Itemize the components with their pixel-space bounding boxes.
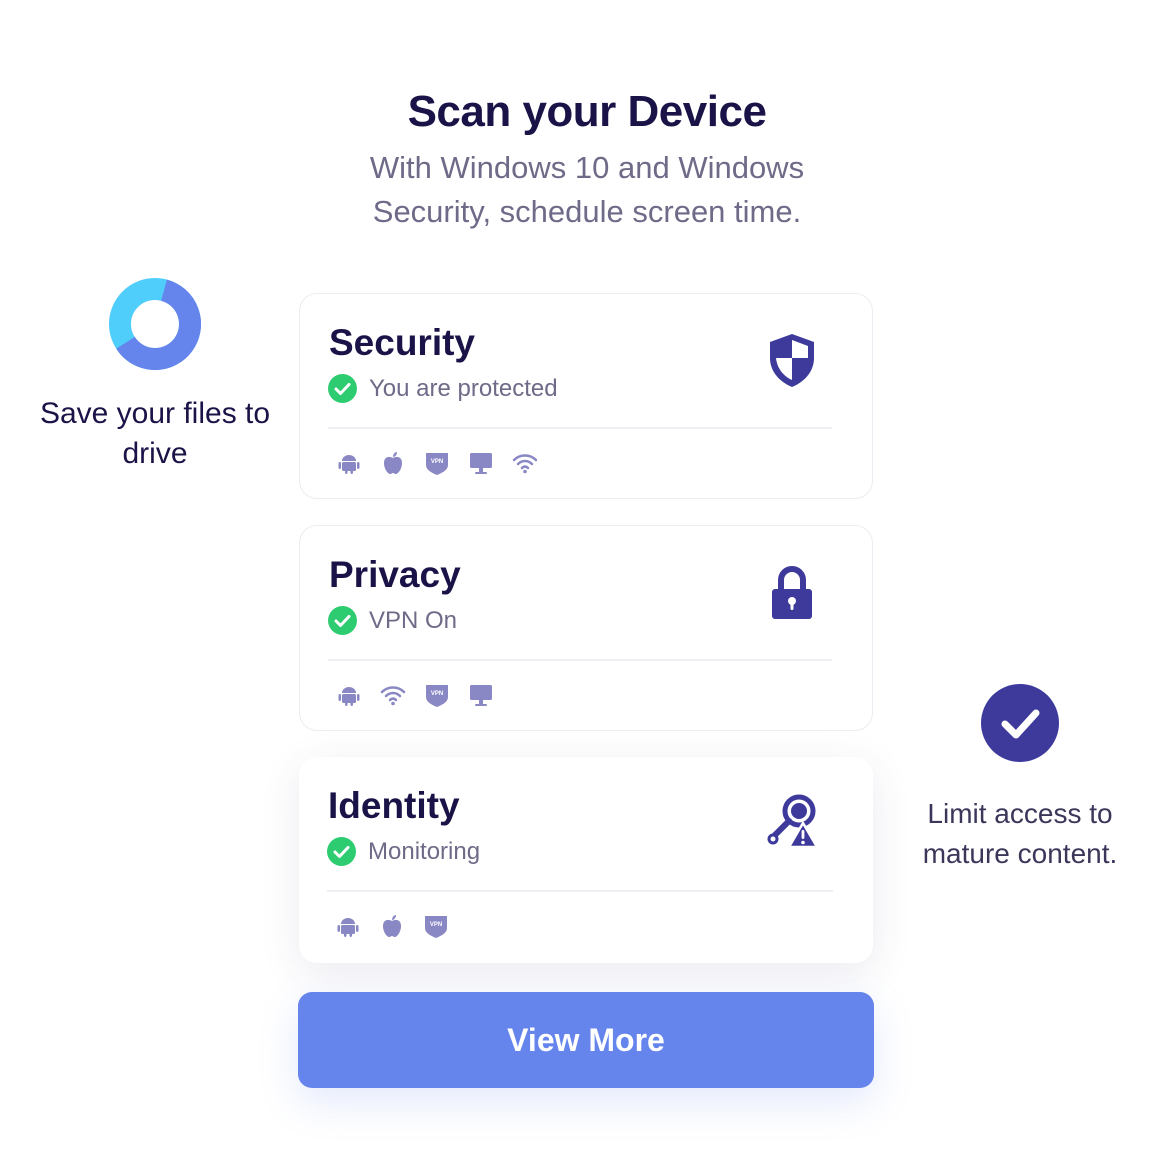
platform-list: VPN	[336, 682, 512, 708]
card-title: Identity	[328, 785, 460, 826]
shield-icon	[770, 334, 814, 387]
svg-text:VPN: VPN	[430, 922, 442, 928]
card-divider	[328, 427, 832, 429]
donut-chart-icon	[109, 278, 201, 370]
svg-text:VPN: VPN	[431, 691, 443, 697]
identity-card[interactable]: Identity Monitoring VPN	[299, 757, 873, 963]
save-files-caption: Save your files to drive	[39, 397, 271, 470]
save-files-feature: Save your files to drive	[30, 278, 280, 474]
card-divider	[327, 890, 833, 892]
check-icon	[328, 606, 357, 635]
android-icon	[338, 687, 360, 706]
status-text: Monitoring	[368, 837, 481, 865]
limit-access-caption: Limit access to mature content.	[922, 798, 1118, 869]
monitor-icon	[470, 453, 492, 474]
view-more-button[interactable]: View More	[298, 992, 874, 1088]
card-title: Security	[329, 322, 476, 363]
lock-icon	[772, 566, 812, 619]
status-text: VPN On	[369, 606, 458, 634]
check-circle-icon	[981, 684, 1059, 762]
card-status: You are protected	[328, 374, 558, 403]
page-subtitle: With Windows 10 and Windows Security, sc…	[369, 150, 805, 229]
android-icon	[337, 918, 359, 937]
limit-access-feature: Limit access to mature content.	[900, 684, 1140, 874]
card-status: Monitoring	[327, 837, 480, 866]
card-title: Privacy	[329, 554, 461, 595]
platform-list: VPN	[336, 450, 556, 476]
check-icon	[327, 837, 356, 866]
check-icon	[328, 374, 357, 403]
svg-text:VPN: VPN	[431, 459, 443, 465]
apple-icon	[384, 452, 402, 474]
status-text: You are protected	[369, 374, 558, 402]
vpn-icon: VPN	[426, 453, 448, 475]
android-icon	[338, 455, 360, 474]
apple-icon	[383, 915, 401, 937]
card-divider	[328, 659, 832, 661]
vpn-icon: VPN	[426, 685, 448, 707]
privacy-card[interactable]: Privacy VPN On VPN	[299, 525, 873, 731]
security-card[interactable]: Security You are protected VPN	[299, 293, 873, 499]
monitor-icon	[470, 685, 492, 706]
card-status: VPN On	[328, 606, 457, 635]
wifi-icon	[380, 686, 406, 706]
wifi-icon	[512, 454, 538, 474]
page-title: Scan your Device	[407, 87, 767, 137]
platform-list: VPN	[335, 913, 467, 939]
vpn-icon: VPN	[425, 916, 447, 938]
identity-search-icon	[767, 794, 819, 849]
